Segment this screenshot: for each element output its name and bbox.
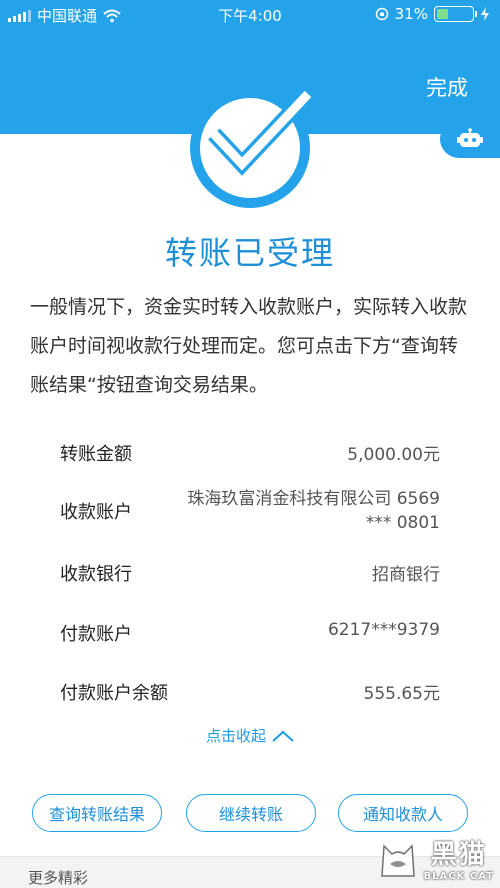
detail-row-payee-account: 收款账户 珠海玖富消金科技有限公司 6569 *** 0801 — [60, 489, 440, 554]
cat-logo-icon — [380, 844, 415, 877]
watermark-cn: 黑猫 — [430, 840, 487, 870]
chevron-up-icon — [272, 730, 294, 742]
robot-icon — [457, 128, 483, 147]
detail-label: 收款账户 — [60, 502, 132, 523]
collapse-label: 点击收起 — [205, 727, 266, 745]
detail-value: 招商银行 — [372, 565, 440, 585]
query-result-button[interactable]: 查询转账结果 — [32, 794, 162, 832]
wifi-icon — [103, 9, 121, 22]
signal-icon — [8, 9, 31, 22]
detail-row-amount: 转账金额 5,000.00元 — [60, 440, 440, 466]
status-left: 中国联通 — [8, 5, 121, 26]
black-cat-watermark: 黑猫 BLACK CAT — [376, 834, 494, 882]
detail-row-payer-account: 付款账户 6217***9379 — [60, 620, 440, 646]
detail-row-payer-balance: 付款账户余额 555.65元 — [60, 679, 440, 705]
detail-value-line: *** 0801 — [365, 513, 440, 533]
watermark-text: 黑猫 BLACK CAT — [424, 834, 494, 882]
success-check-icon — [208, 88, 314, 176]
collapse-toggle[interactable]: 点击收起 — [0, 725, 500, 746]
detail-value: 5,000.00元 — [347, 445, 440, 465]
assistant-button[interactable] — [440, 120, 500, 158]
detail-label: 转账金额 — [60, 444, 132, 465]
done-button[interactable]: 完成 — [426, 72, 468, 102]
battery-icon — [434, 6, 477, 22]
detail-row-payee-bank: 收款银行 招商银行 — [60, 560, 440, 586]
orientation-lock-icon — [375, 7, 388, 21]
more-label: 更多精彩 — [28, 869, 89, 887]
detail-value-line: 珠海玖富消金科技有限公司 6569 — [187, 489, 440, 509]
detail-label: 付款账户 — [60, 624, 132, 645]
page-title: 转账已受理 — [164, 234, 335, 272]
detail-value: 6217***9379 — [327, 620, 440, 640]
description-text: 一般情况下，资金实时转入收款账户，实际转入收款账户时间视收款行处理而定。您可点击… — [30, 296, 468, 396]
watermark-en: BLACK CAT — [423, 871, 494, 882]
continue-transfer-button[interactable]: 继续转账 — [186, 794, 316, 832]
status-right: 31% — [375, 5, 490, 23]
detail-value: 555.65元 — [363, 684, 440, 704]
battery-percent: 31% — [394, 5, 428, 23]
detail-label: 付款账户余额 — [60, 683, 168, 704]
detail-value: 珠海玖富消金科技有限公司 6569 *** 0801 — [140, 487, 440, 535]
status-bar: 中国联通 下午4:00 31% — [0, 0, 500, 28]
charging-icon — [481, 7, 489, 21]
detail-label: 收款银行 — [60, 564, 132, 585]
carrier-name: 中国联通 — [37, 7, 98, 25]
notify-payee-button[interactable]: 通知收款人 — [338, 794, 468, 832]
